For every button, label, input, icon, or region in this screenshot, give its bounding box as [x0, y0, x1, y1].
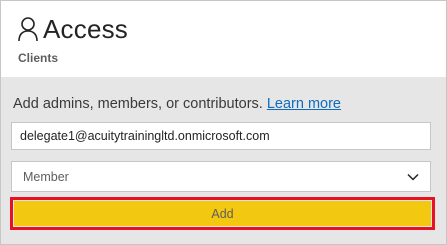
panel-header: Access Clients [1, 1, 446, 77]
role-selected-value: Member [23, 169, 69, 184]
chevron-down-icon [407, 173, 419, 181]
panel-body: Add admins, members, or contributors. Lea… [1, 77, 446, 244]
instructions-text: Add admins, members, or contributors. Lea… [13, 96, 341, 112]
access-panel: Access Clients Add admins, members, or c… [0, 0, 447, 245]
title-row: Access [17, 14, 128, 44]
add-button-highlight: Add [10, 197, 435, 230]
person-icon [18, 17, 38, 42]
role-dropdown[interactable]: Member [11, 161, 431, 192]
add-button[interactable]: Add [14, 201, 431, 226]
email-input[interactable] [11, 122, 431, 150]
page-title: Access [43, 14, 129, 44]
workspace-name: Clients [18, 51, 59, 65]
instructions-label: Add admins, members, or contributors. [13, 96, 263, 112]
learn-more-link[interactable]: Learn more [267, 96, 341, 112]
